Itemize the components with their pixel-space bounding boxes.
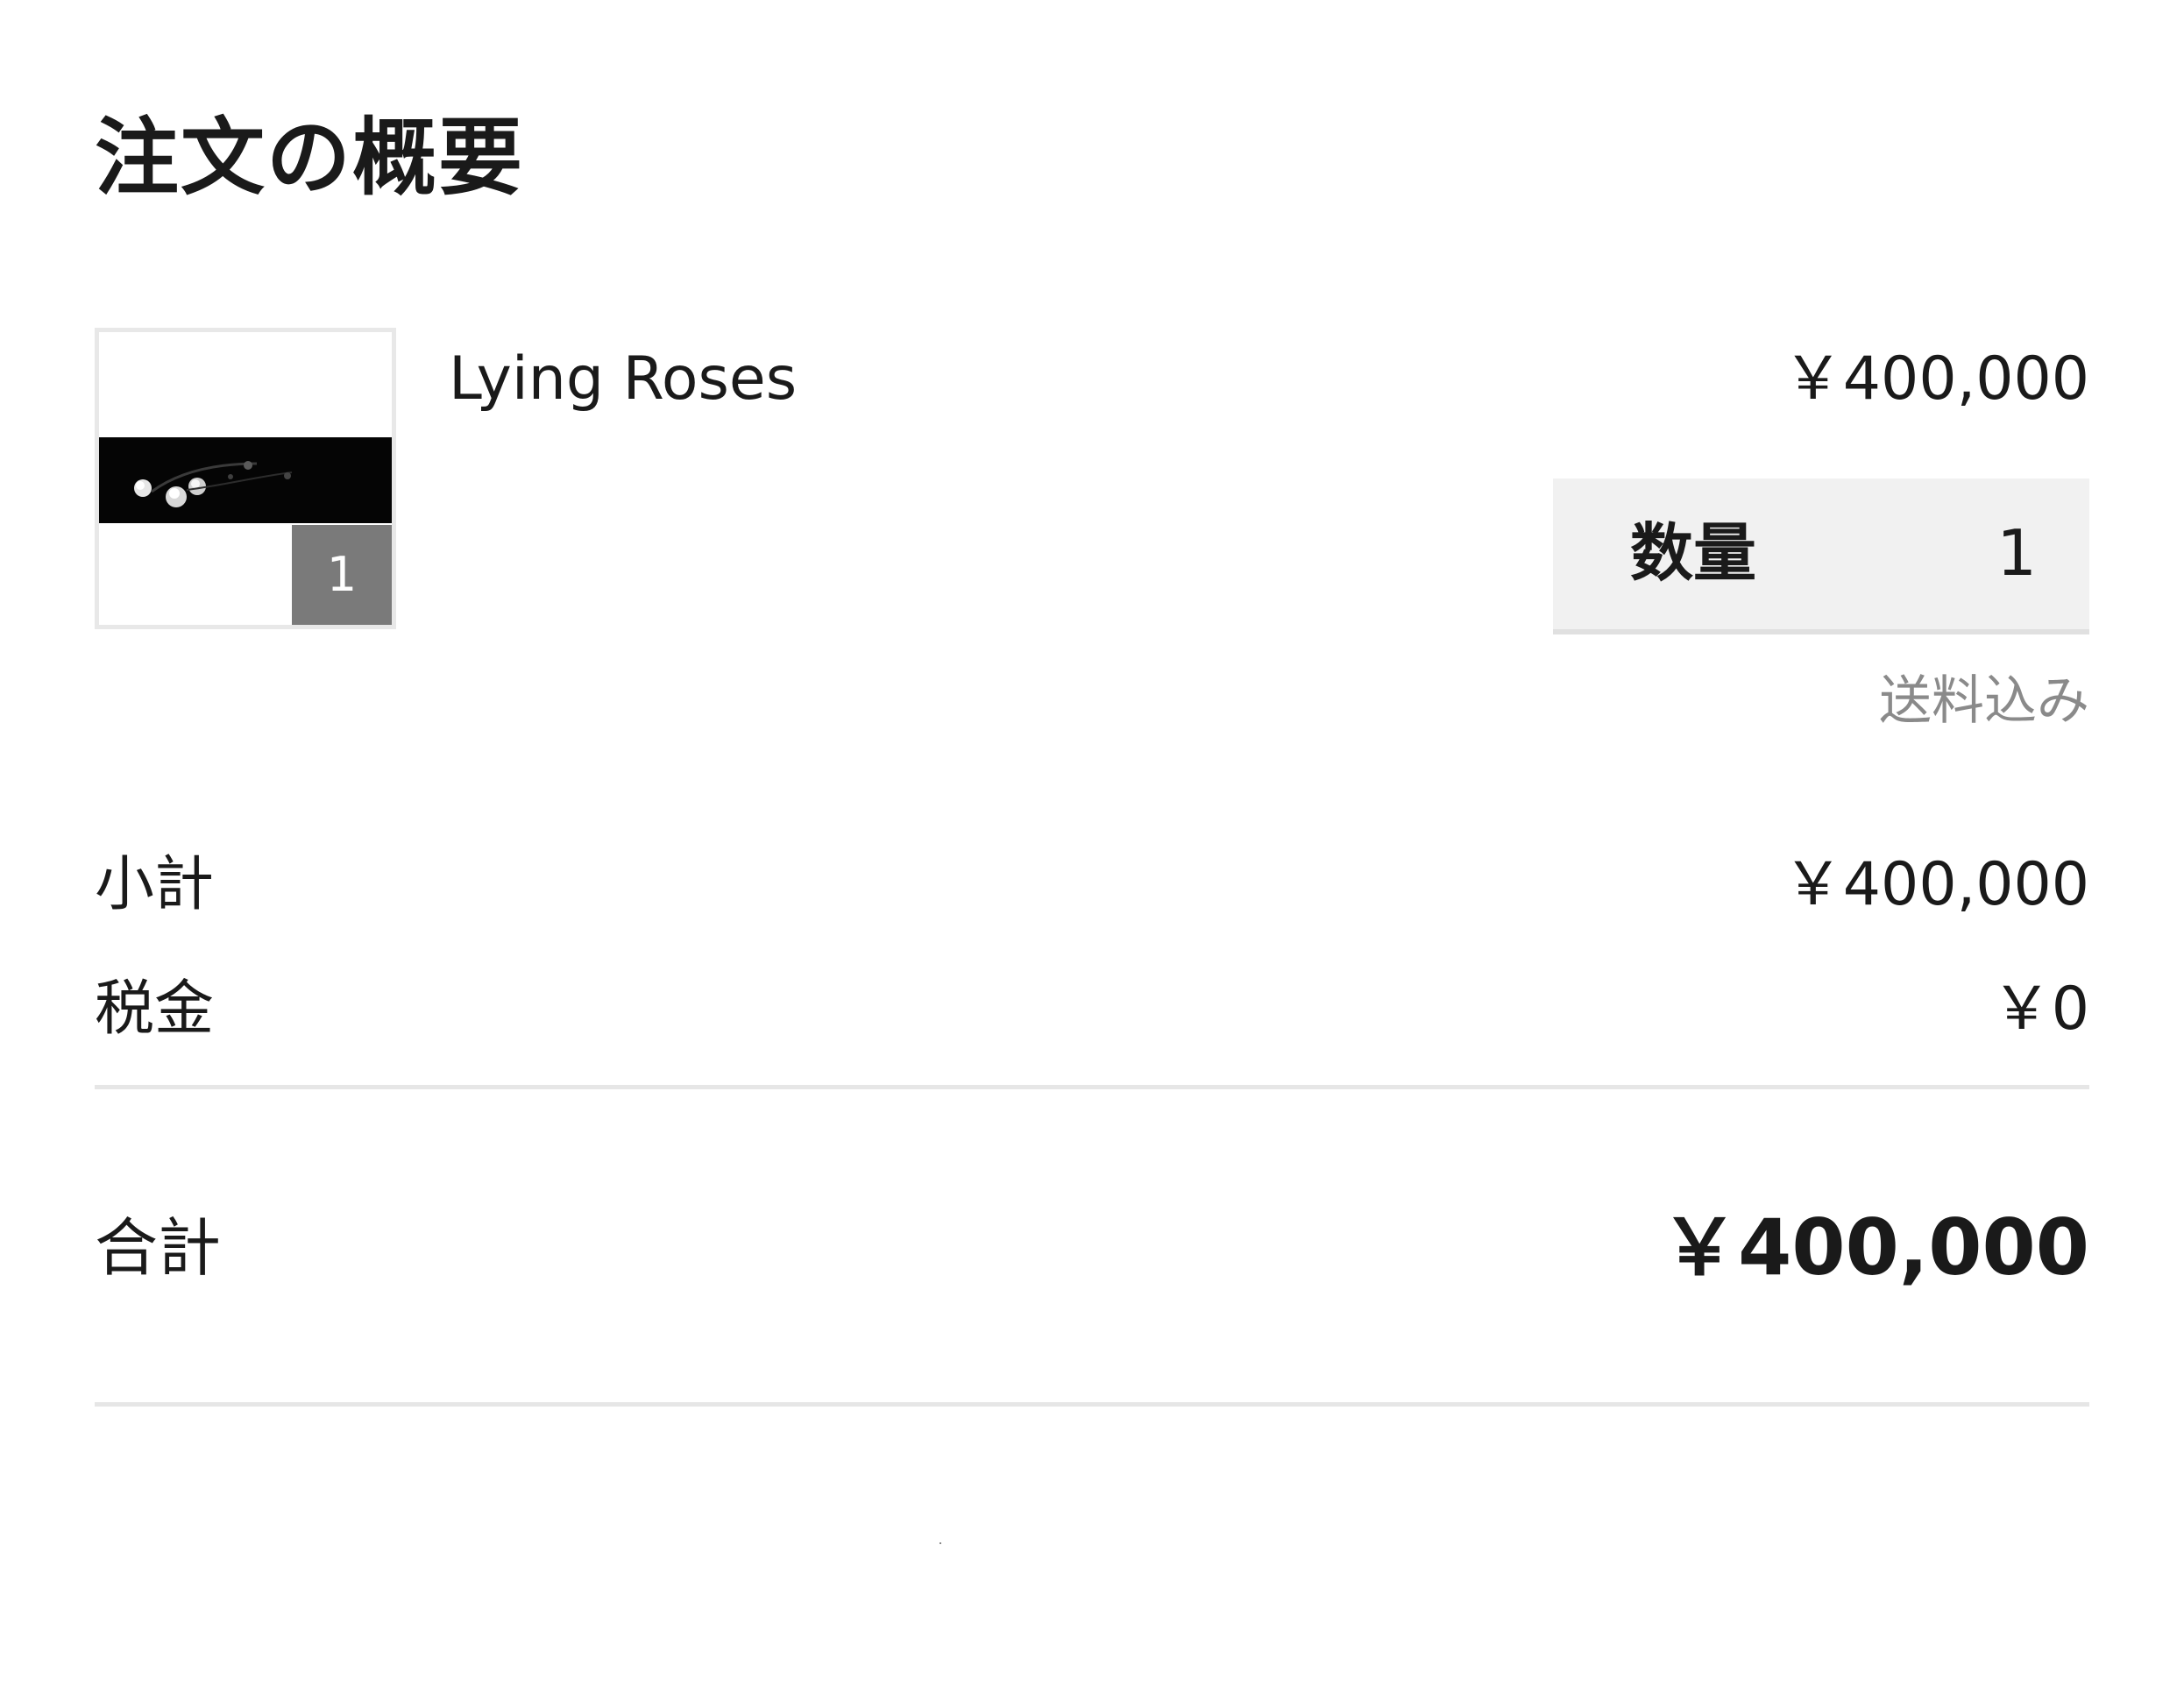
- product-price: ￥400,000: [1783, 344, 2089, 414]
- shipping-note: 送料込み: [1879, 670, 2089, 732]
- product-name: Lying Roses: [449, 344, 798, 414]
- quantity-label: 数量: [1630, 516, 1757, 590]
- subtotal-row: 小計 ￥400,000: [95, 841, 2089, 929]
- tax-label: 税金: [95, 974, 215, 1044]
- divider: [95, 1085, 2089, 1089]
- quantity-badge: 1: [292, 525, 392, 625]
- tax-row: 税金 ￥0: [95, 966, 2089, 1053]
- divider: [95, 1402, 2089, 1407]
- total-row: 合計 ￥400,000: [95, 1195, 2089, 1300]
- subtotal-label: 小計: [95, 850, 215, 919]
- total-value: ￥400,000: [1661, 1202, 2089, 1293]
- subtotal-value: ￥400,000: [1783, 850, 2089, 919]
- product-image: [99, 437, 392, 523]
- page-title: 注文の概要: [95, 109, 524, 207]
- quantity-value: 1: [1996, 516, 2037, 590]
- roses-photo: [99, 437, 392, 523]
- order-summary: 注文の概要 1 Lying Roses ￥400,000 数量 1 送料込み 小…: [0, 0, 2184, 1708]
- tax-value: ￥0: [1991, 974, 2089, 1044]
- total-label: 合計: [95, 1211, 222, 1285]
- decorative-dot: [940, 1542, 941, 1544]
- product-thumbnail: 1: [95, 328, 396, 629]
- quantity-field[interactable]: 数量 1: [1553, 478, 2089, 634]
